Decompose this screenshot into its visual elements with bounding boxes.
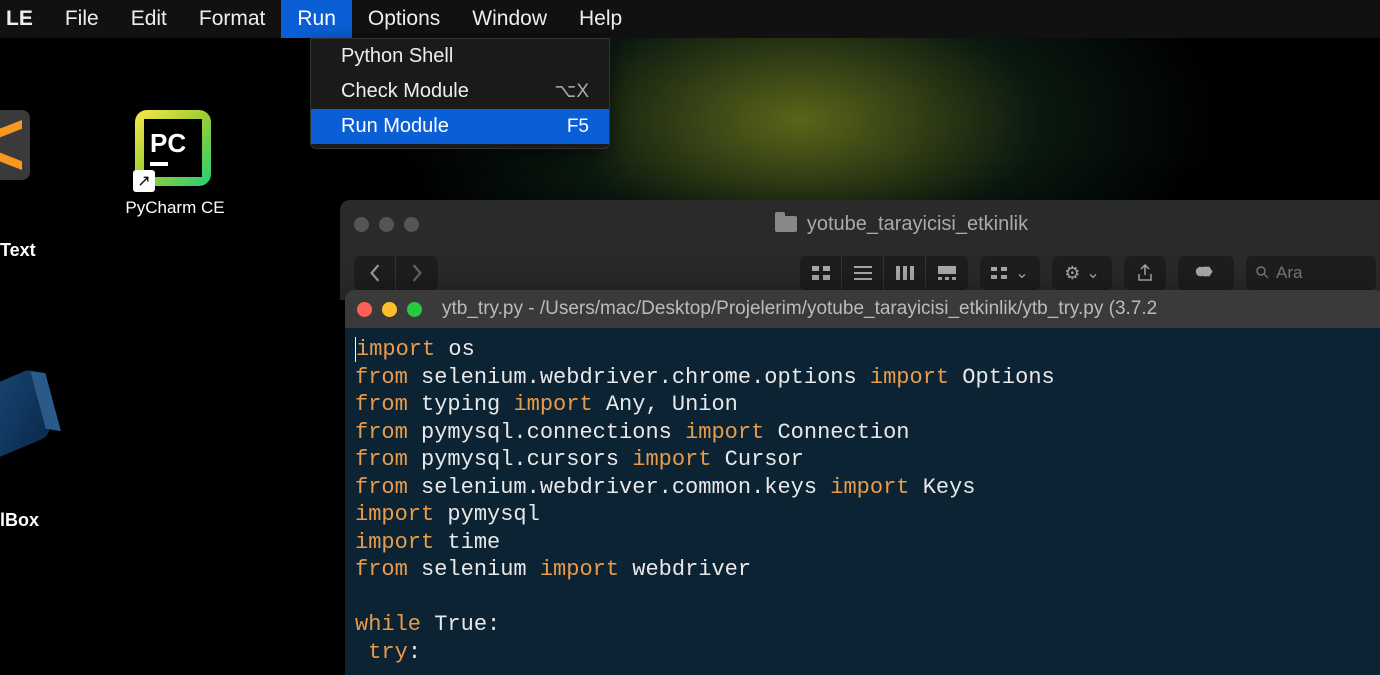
menu-window[interactable]: Window xyxy=(456,0,563,38)
menu-options[interactable]: Options xyxy=(352,0,456,38)
tags-button[interactable] xyxy=(1178,256,1234,290)
code-token: Connection xyxy=(764,420,909,445)
run-dropdown: Python Shell Check Module ⌥X Run Module … xyxy=(310,38,610,149)
code-token: from xyxy=(355,392,408,417)
code-token: pymysql xyxy=(434,502,540,527)
nav-buttons xyxy=(354,256,438,290)
code-token: True: xyxy=(421,612,500,637)
menu-format[interactable]: Format xyxy=(183,0,282,38)
finder-title-text: yotube_tarayicisi_etkinlik xyxy=(807,213,1028,236)
search-placeholder: Ara xyxy=(1276,263,1302,283)
code-token: Options xyxy=(949,365,1055,390)
virtualbox-icon xyxy=(0,367,52,462)
code-token: import xyxy=(685,420,764,445)
sublime-icon xyxy=(0,110,30,180)
code-token: pymysql.connections xyxy=(408,420,685,445)
code-token: from xyxy=(355,557,408,582)
code-token: typing xyxy=(408,392,514,417)
code-token xyxy=(355,640,368,665)
code-token: Any, Union xyxy=(593,392,738,417)
menu-item-python-shell[interactable]: Python Shell xyxy=(311,39,609,74)
menu-item-label: Python Shell xyxy=(341,45,453,68)
code-editor[interactable]: import os from selenium.webdriver.chrome… xyxy=(345,328,1380,674)
traffic-lights[interactable] xyxy=(354,217,419,232)
view-columns-button[interactable] xyxy=(884,256,926,290)
desktop-icon-sublime[interactable] xyxy=(0,110,40,180)
idle-titlebar[interactable]: ytb_try.py - /Users/mac/Desktop/Projeler… xyxy=(345,290,1380,328)
share-icon xyxy=(1137,264,1153,282)
code-token: import xyxy=(870,365,949,390)
back-button[interactable] xyxy=(354,256,396,290)
traffic-zoom-icon[interactable] xyxy=(407,302,422,317)
desktop-label: PyCharm CE xyxy=(115,198,235,218)
share-button[interactable] xyxy=(1124,256,1166,290)
search-icon xyxy=(1256,266,1270,280)
menu-item-check-module[interactable]: Check Module ⌥X xyxy=(311,74,609,109)
menu-help[interactable]: Help xyxy=(563,0,638,38)
search-input[interactable]: Ara xyxy=(1246,256,1376,290)
menubar-app-name[interactable]: LE xyxy=(0,0,49,38)
folder-icon xyxy=(775,216,797,232)
code-token: from xyxy=(355,447,408,472)
desktop-label-sublime: Text xyxy=(0,240,36,261)
code-token: import xyxy=(540,557,619,582)
view-list-button[interactable] xyxy=(842,256,884,290)
traffic-close-icon[interactable] xyxy=(354,217,369,232)
code-token: selenium.webdriver.common.keys xyxy=(408,475,830,500)
code-token: import xyxy=(513,392,592,417)
tag-icon xyxy=(1195,266,1217,280)
traffic-lights[interactable] xyxy=(357,302,422,317)
traffic-zoom-icon[interactable] xyxy=(404,217,419,232)
code-token: selenium.webdriver.chrome.options xyxy=(408,365,870,390)
code-token: webdriver xyxy=(619,557,751,582)
view-mode-group xyxy=(800,256,968,290)
code-token: from xyxy=(355,420,408,445)
code-token: selenium xyxy=(408,557,540,582)
desktop-icon-virtualbox[interactable] xyxy=(0,380,45,450)
menu-run[interactable]: Run xyxy=(281,0,352,38)
code-token: import xyxy=(830,475,909,500)
shortcut-arrow-icon: ↗ xyxy=(133,170,155,192)
arrange-button[interactable]: ⌄ xyxy=(980,256,1040,290)
arrange-group: ⌄ xyxy=(980,256,1040,290)
desktop-icon-pycharm[interactable]: PC ↗ PyCharm CE xyxy=(115,110,235,218)
code-token: Keys xyxy=(910,475,976,500)
menu-file[interactable]: File xyxy=(49,0,115,38)
forward-button[interactable] xyxy=(396,256,438,290)
gear-icon: ⚙ xyxy=(1064,263,1080,284)
code-token: import xyxy=(632,447,711,472)
view-gallery-button[interactable] xyxy=(926,256,968,290)
menu-item-run-module[interactable]: Run Module F5 xyxy=(311,109,609,144)
code-token: import xyxy=(355,530,434,555)
code-token: while xyxy=(355,612,421,637)
idle-window-title: ytb_try.py - /Users/mac/Desktop/Projeler… xyxy=(432,298,1157,320)
idle-editor-window[interactable]: ytb_try.py - /Users/mac/Desktop/Projeler… xyxy=(345,290,1380,675)
traffic-minimize-icon[interactable] xyxy=(379,217,394,232)
code-token: : xyxy=(408,640,421,665)
code-token: Cursor xyxy=(711,447,803,472)
traffic-minimize-icon[interactable] xyxy=(382,302,397,317)
finder-title: yotube_tarayicisi_etkinlik xyxy=(427,213,1376,236)
finder-titlebar[interactable]: yotube_tarayicisi_etkinlik xyxy=(340,200,1380,248)
code-token: from xyxy=(355,365,408,390)
menubar: LE File Edit Format Run Options Window H… xyxy=(0,0,1380,38)
menu-item-shortcut: ⌥X xyxy=(554,80,589,103)
code-token: import xyxy=(356,337,435,362)
code-token: import xyxy=(355,502,434,527)
code-token: pymysql.cursors xyxy=(408,447,632,472)
code-token: from xyxy=(355,475,408,500)
menu-item-label: Run Module xyxy=(341,115,449,138)
code-token: os xyxy=(435,337,475,362)
menu-item-label: Check Module xyxy=(341,80,469,103)
menu-edit[interactable]: Edit xyxy=(115,0,183,38)
view-icons-button[interactable] xyxy=(800,256,842,290)
code-token: try xyxy=(368,640,408,665)
traffic-close-icon[interactable] xyxy=(357,302,372,317)
menu-item-shortcut: F5 xyxy=(567,116,589,138)
code-token: time xyxy=(434,530,500,555)
action-button[interactable]: ⚙⌄ xyxy=(1052,256,1112,290)
desktop-label-vbox: lBox xyxy=(0,510,39,531)
finder-window[interactable]: yotube_tarayicisi_etkinlik ⌄ ⚙⌄ Ara xyxy=(340,200,1380,300)
